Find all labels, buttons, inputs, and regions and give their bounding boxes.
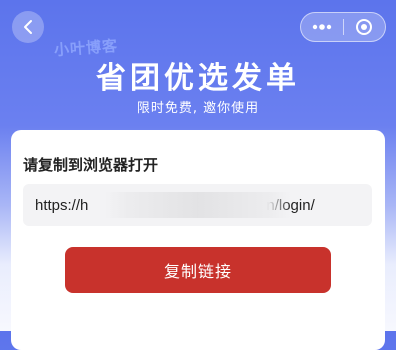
back-button[interactable] — [12, 11, 44, 43]
target-circle-icon — [356, 19, 373, 35]
copy-link-button[interactable]: 复制链接 — [65, 247, 331, 293]
url-redaction-blur — [105, 192, 291, 218]
url-prefix: https://h — [35, 196, 89, 214]
card-instruction: 请复制到浏览器打开 — [23, 156, 159, 174]
link-card: 请复制到浏览器打开 https://hn/login/ 复制链接 — [11, 130, 385, 350]
page-title: 省团优选发单 — [96, 61, 300, 96]
more-dots-icon — [312, 24, 331, 30]
close-button[interactable] — [344, 13, 386, 41]
page-subtitle: 限时免费, 邀你使用 — [136, 101, 260, 116]
url-field[interactable]: https://hn/login/ — [23, 184, 372, 226]
chevron-left-icon — [24, 20, 32, 34]
more-button[interactable] — [301, 13, 343, 41]
mini-program-capsule — [300, 12, 386, 42]
